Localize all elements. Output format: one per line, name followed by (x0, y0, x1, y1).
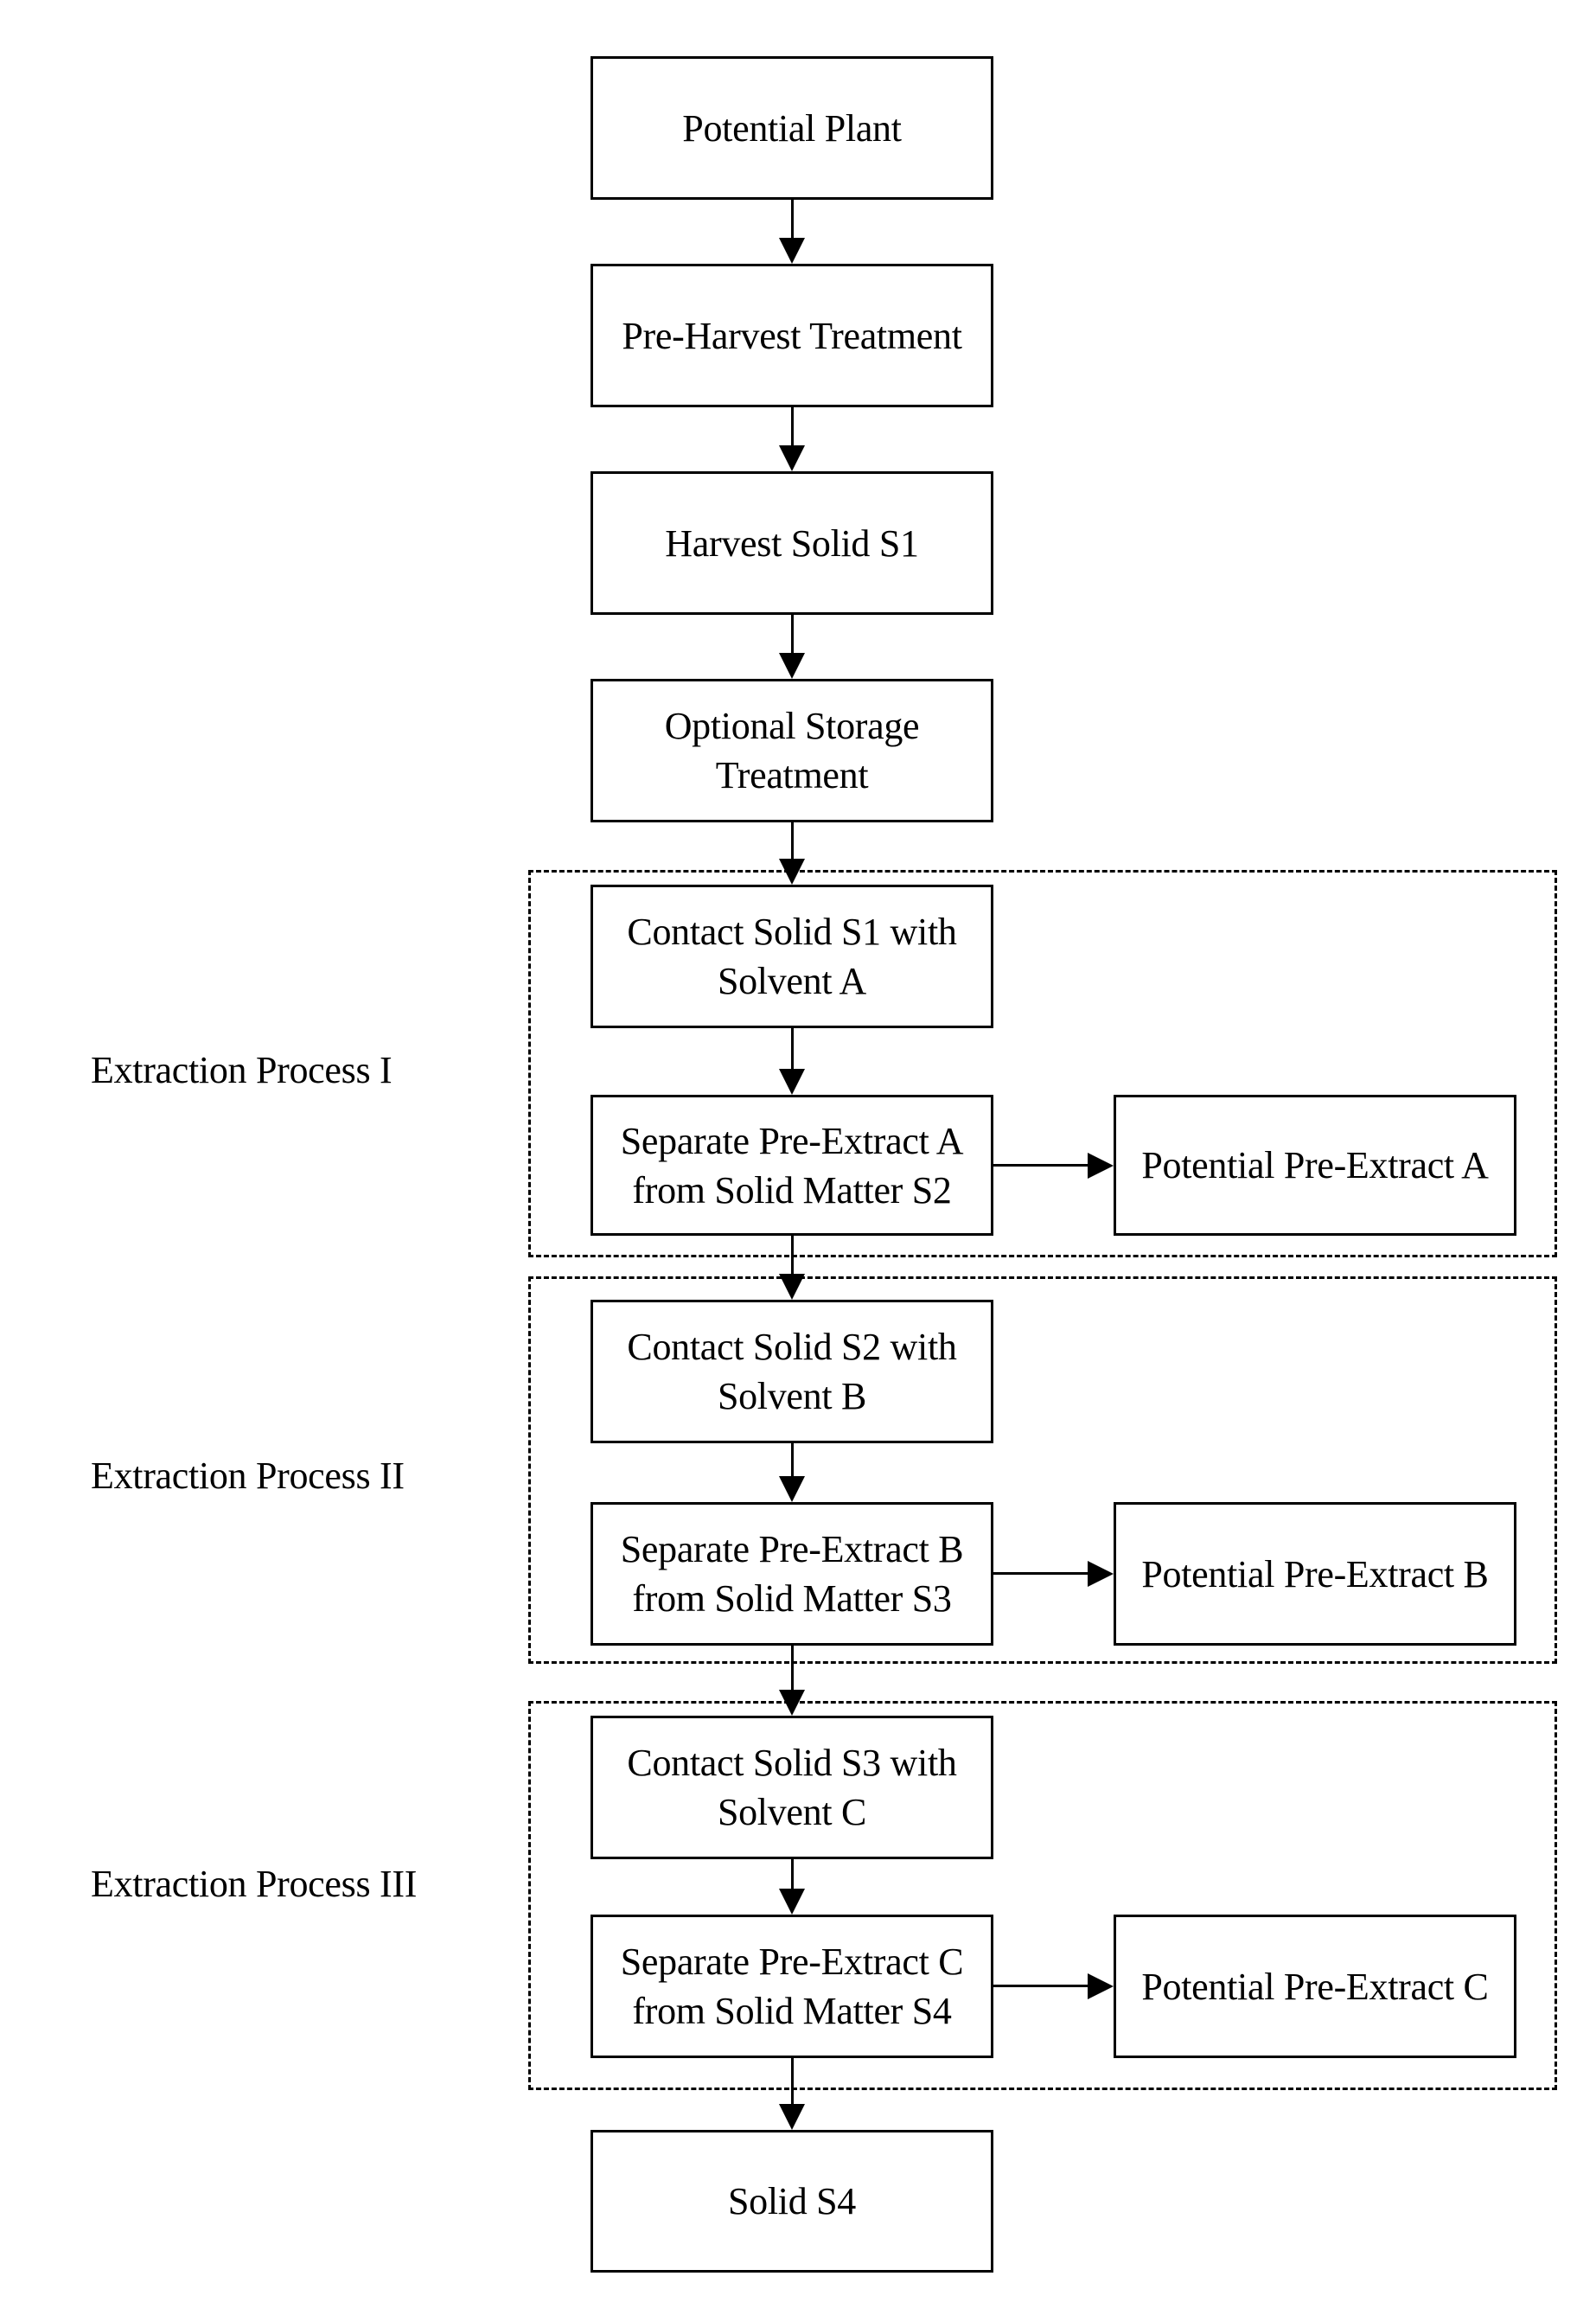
node-separate-pre-extract-a: Separate Pre-Extract A from Solid Matter… (591, 1095, 993, 1236)
label-extraction-process-2: Extraction Process II (91, 1455, 405, 1497)
node-label: Contact Solid S2 with Solvent B (627, 1326, 957, 1417)
node-contact-solid-s1: Contact Solid S1 with Solvent A (591, 885, 993, 1028)
connector-line (791, 1646, 794, 1691)
connector-line (791, 615, 794, 655)
node-label: Contact Solid S1 with Solvent A (627, 911, 957, 1002)
node-label: Separate Pre-Extract B from Solid Matter… (620, 1528, 964, 1620)
arrow-down-icon (779, 1476, 805, 1502)
node-separate-pre-extract-b: Separate Pre-Extract B from Solid Matter… (591, 1502, 993, 1646)
node-label: Separate Pre-Extract C from Solid Matter… (620, 1941, 964, 2032)
node-label: Harvest Solid S1 (665, 521, 919, 565)
arrow-down-icon (779, 1069, 805, 1095)
node-contact-solid-s3: Contact Solid S3 with Solvent C (591, 1716, 993, 1859)
label-extraction-process-3: Extraction Process III (91, 1863, 418, 1905)
arrow-right-icon (1088, 1561, 1114, 1587)
node-label: Separate Pre-Extract A from Solid Matter… (620, 1119, 964, 1212)
connector-line (993, 1985, 1090, 1987)
node-optional-storage-treatment: Optional Storage Treatment (591, 679, 993, 822)
node-potential-pre-extract-c: Potential Pre-Extract C (1114, 1915, 1516, 2058)
connector-line (791, 1028, 794, 1070)
node-label: Potential Pre-Extract A (1141, 1144, 1489, 1186)
node-potential-pre-extract-a: Potential Pre-Extract A (1114, 1095, 1516, 1236)
connector-line (791, 200, 794, 240)
connector-line (791, 1443, 794, 1478)
arrow-down-icon (779, 445, 805, 471)
arrow-down-icon (779, 238, 805, 264)
arrow-right-icon (1088, 1153, 1114, 1179)
node-label: Optional Storage Treatment (664, 705, 920, 796)
arrow-right-icon (1088, 1973, 1114, 1999)
node-solid-s4: Solid S4 (591, 2130, 993, 2273)
node-label: Potential Plant (682, 106, 902, 150)
node-potential-plant: Potential Plant (591, 56, 993, 200)
node-pre-harvest-treatment: Pre-Harvest Treatment (591, 264, 993, 407)
node-contact-solid-s2: Contact Solid S2 with Solvent B (591, 1300, 993, 1443)
connector-line (791, 822, 794, 860)
node-potential-pre-extract-b: Potential Pre-Extract B (1114, 1502, 1516, 1646)
arrow-down-icon (779, 1889, 805, 1915)
node-label: Potential Pre-Extract C (1141, 1965, 1489, 2008)
node-label: Potential Pre-Extract B (1141, 1552, 1489, 1595)
node-harvest-solid-s1: Harvest Solid S1 (591, 471, 993, 615)
node-label: Pre-Harvest Treatment (622, 314, 962, 357)
node-separate-pre-extract-c: Separate Pre-Extract C from Solid Matter… (591, 1915, 993, 2058)
arrow-down-icon (779, 653, 805, 679)
connector-line (993, 1164, 1090, 1167)
arrow-down-icon (779, 2104, 805, 2130)
node-label: Solid S4 (728, 2180, 856, 2222)
connector-line (791, 2058, 794, 2106)
connector-line (791, 407, 794, 447)
node-label: Contact Solid S3 with Solvent C (627, 1742, 957, 1833)
label-extraction-process-1: Extraction Process I (91, 1049, 393, 1091)
connector-line (993, 1572, 1090, 1575)
connector-line (791, 1236, 794, 1276)
connector-line (791, 1859, 794, 1890)
